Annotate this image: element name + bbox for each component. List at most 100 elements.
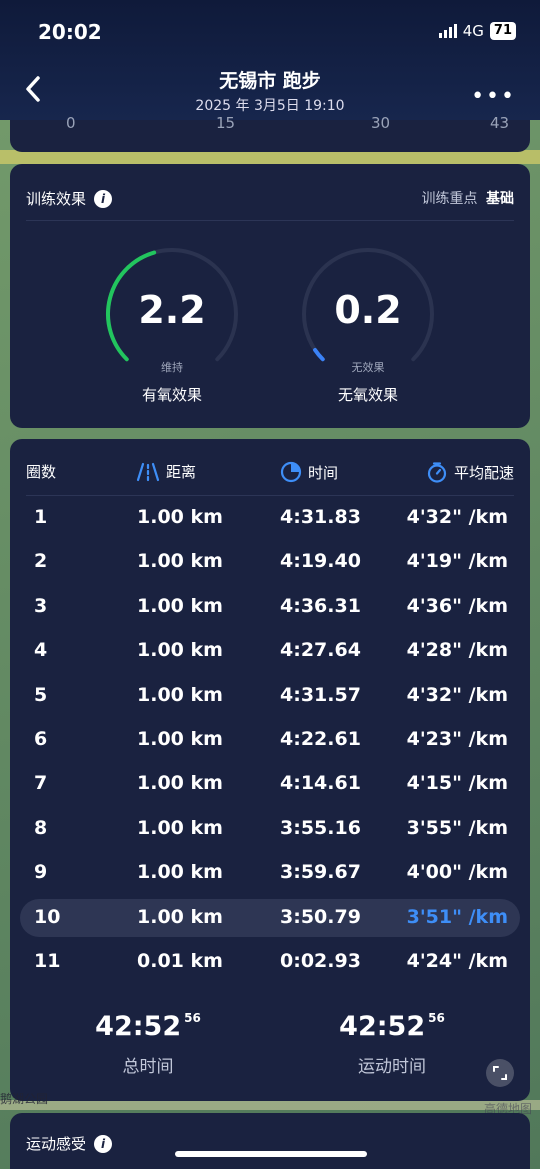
training-focus: 训练重点 基础: [422, 188, 514, 208]
header-lap: 圈数: [26, 461, 56, 482]
lap-distance: 1.00 km: [137, 506, 223, 528]
lap-pace: 4'24" /km: [406, 950, 508, 972]
total-time-block: 42:52 56 总时间: [48, 1011, 248, 1077]
header-time: 时间: [280, 461, 338, 483]
lap-distance: 1.00 km: [137, 683, 223, 706]
more-button[interactable]: •••: [471, 84, 516, 109]
map-label: 鹅湖公园: [0, 1092, 49, 1106]
lap-time: 4:27.64: [280, 639, 361, 662]
lap-time: 0:02.93: [280, 950, 361, 972]
expand-button[interactable]: [486, 1059, 514, 1087]
lap-row: 8 1.00 km 3:55.16 3'55" /km: [20, 810, 520, 848]
lap-number: 4: [34, 639, 48, 662]
axis-tick: 0: [66, 114, 76, 132]
lap-row: 4 1.00 km 4:27.64 4'28" /km: [20, 632, 520, 670]
aerobic-value: 2.2: [138, 288, 206, 332]
lap-pace: 4'23" /km: [406, 728, 508, 750]
axis-tick: 43: [490, 114, 510, 132]
lap-time: 4:14.61: [280, 772, 361, 795]
training-effect-title: 训练效果: [26, 190, 87, 208]
lap-number: 7: [34, 772, 48, 795]
lap-time: 4:31.57: [280, 683, 361, 706]
lap-distance: 1.00 km: [137, 905, 223, 928]
lap-distance: 1.00 km: [137, 816, 223, 839]
status-indicators: 4G 71: [438, 22, 516, 40]
lap-pace: 4'32" /km: [406, 683, 508, 706]
lap-time: 4:36.31: [280, 594, 361, 617]
lap-row: 2 1.00 km 4:19.40 4'19" /km: [20, 543, 520, 581]
header-bar: 20:02 4G 71 无锡市 跑步 2025 年 3月5日 19:10 •••: [0, 0, 540, 120]
lap-pace: 4'36" /km: [406, 594, 508, 617]
total-time-main: 42:52: [95, 1011, 182, 1042]
moving-time-value: 42:52 56: [292, 1011, 492, 1042]
lap-row: 3 1.00 km 4:36.31 4'36" /km: [20, 588, 520, 626]
exercise-feel-title: 运动感受: [26, 1135, 87, 1153]
lap-pace: 3'51" /km: [406, 905, 508, 928]
header-pace-label: 平均配速: [453, 463, 514, 482]
lap-pace: 4'15" /km: [406, 772, 508, 795]
lap-pace: 4'00" /km: [406, 861, 508, 884]
exercise-feel-header: 运动感受 i: [26, 1133, 113, 1154]
lap-row: 10 1.00 km 3:50.79 3'51" /km: [20, 898, 520, 937]
aerobic-gauge: 2.2 维持: [102, 248, 242, 378]
lap-distance: 1.00 km: [137, 728, 223, 750]
lap-distance: 1.00 km: [137, 550, 223, 573]
distance-icon: [136, 462, 160, 481]
lap-number: 11: [34, 950, 61, 972]
lap-row: 11 0.01 km 0:02.93 4'24" /km: [20, 943, 520, 981]
lap-pace: 4'32" /km: [406, 506, 508, 528]
lap-number: 1: [34, 506, 48, 528]
lap-distance: 1.00 km: [137, 594, 223, 617]
training-effect-card: 训练效果 i 训练重点 基础 2.2 维持 有氧效果 0.2 无效果 无氧效果: [10, 164, 530, 428]
lap-pace: 4'19" /km: [406, 550, 508, 573]
header-lap-label: 圈数: [26, 463, 57, 481]
lap-row: 1 1.00 km 4:31.83 4'32" /km: [20, 499, 520, 537]
lap-distance: 1.00 km: [137, 772, 223, 795]
moving-time-label: 运动时间: [358, 1057, 426, 1077]
lap-distance: 1.00 km: [137, 639, 223, 662]
anaerobic-value: 0.2: [334, 288, 402, 332]
divider: [26, 495, 514, 496]
header-distance-label: 距离: [166, 463, 197, 481]
laps-table-header: 圈数 距离 时间 平均配速: [26, 461, 514, 485]
lap-time: 4:19.40: [280, 550, 361, 573]
lap-pace: 3'55" /km: [406, 816, 508, 839]
total-time-value: 42:52 56: [48, 1011, 248, 1042]
aerobic-label: 有氧效果: [141, 386, 202, 404]
expand-icon: [493, 1066, 507, 1080]
lap-number: 9: [34, 861, 48, 884]
header-distance: 距离: [136, 461, 196, 482]
map-road: [0, 150, 540, 164]
header-time-label: 时间: [308, 463, 339, 482]
lap-row: 6 1.00 km 4:22.61 4'23" /km: [20, 721, 520, 759]
network-type: 4G: [462, 22, 484, 40]
lap-time: 3:59.67: [280, 861, 361, 884]
total-time-label: 总时间: [122, 1057, 174, 1077]
lap-number: 8: [34, 816, 48, 839]
lap-pace: 4'28" /km: [406, 639, 508, 662]
lap-distance: 1.00 km: [137, 861, 223, 884]
info-icon[interactable]: i: [94, 189, 113, 208]
exercise-feel-card: 运动感受 i: [10, 1113, 530, 1169]
laps-card: 圈数 距离 时间 平均配速 1 1.00 km 4:31.83 4'32" /k…: [10, 439, 530, 1101]
gauge-fill: [313, 347, 325, 362]
lap-number: 2: [34, 550, 48, 573]
map-road: [0, 1100, 540, 1110]
training-focus-label: 训练重点: [421, 191, 478, 207]
info-icon[interactable]: i: [94, 1134, 113, 1153]
lap-time: 3:50.79: [280, 905, 361, 928]
anaerobic-status: 无效果: [351, 361, 385, 374]
lap-row: 7 1.00 km 4:14.61 4'15" /km: [20, 765, 520, 803]
moving-time-sub: 56: [428, 1011, 445, 1025]
lap-row: 5 1.00 km 4:31.57 4'32" /km: [20, 677, 520, 715]
training-effect-header: 训练效果 i: [26, 188, 113, 209]
total-time-sub: 56: [184, 1011, 201, 1025]
battery-icon: 71: [489, 22, 516, 40]
page-subtitle: 2025 年 3月5日 19:10: [195, 98, 345, 114]
anaerobic-label: 无氧效果: [337, 386, 398, 404]
lap-time: 3:55.16: [280, 816, 361, 839]
lap-time: 4:22.61: [280, 728, 361, 750]
moving-time-main: 42:52: [339, 1011, 426, 1042]
divider: [26, 220, 514, 221]
stopwatch-icon: [427, 462, 447, 483]
